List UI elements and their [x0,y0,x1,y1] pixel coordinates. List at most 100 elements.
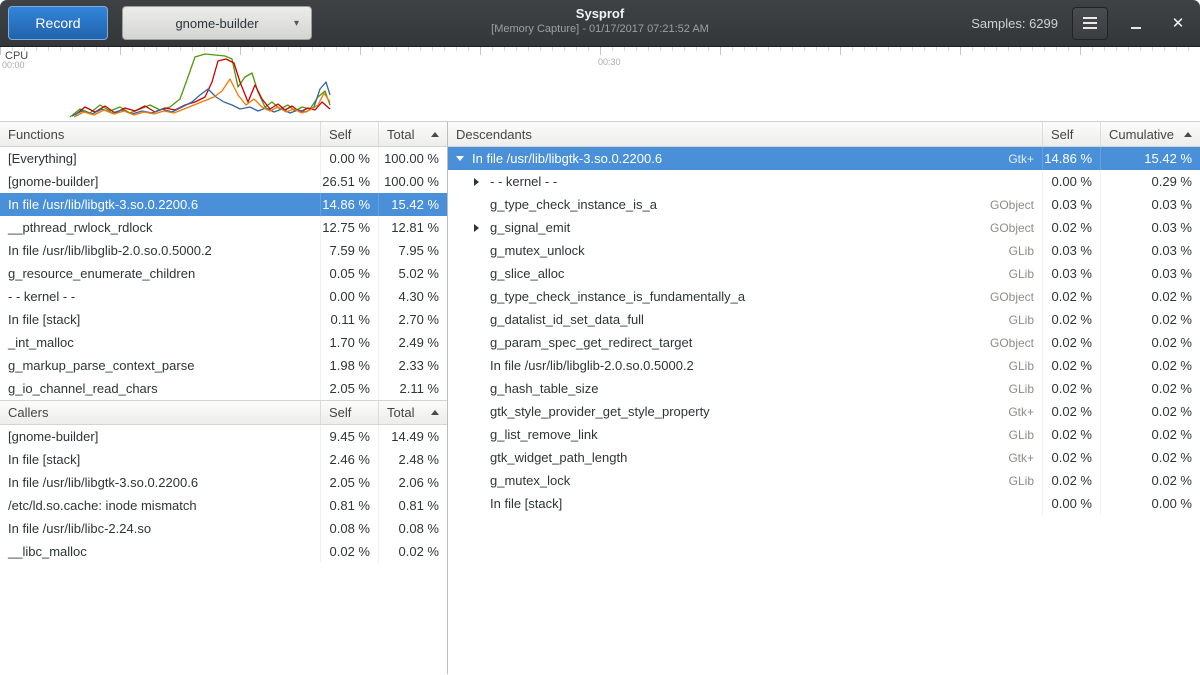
table-row[interactable]: g_io_channel_read_chars2.05 %2.11 % [0,377,447,400]
cumulative-percent: 0.02 % [1100,377,1200,400]
cumulative-percent: 0.02 % [1100,285,1200,308]
table-row[interactable]: g_list_remove_linkGLib0.02 %0.02 % [448,423,1200,446]
descendant-name: g_type_check_instance_is_a [490,197,657,212]
target-selector-dropdown[interactable]: gnome-builder ▾ [122,6,312,40]
self-percent: 1.70 % [320,331,378,354]
minimize-button[interactable] [1122,9,1150,37]
table-row[interactable]: In file /usr/lib/libgtk-3.so.0.2200.6Gtk… [448,147,1200,170]
table-row[interactable]: In file [stack]2.46 %2.48 % [0,448,447,471]
close-button[interactable]: ✕ [1164,9,1192,37]
expander-open-icon[interactable] [456,156,472,161]
callers-column-header[interactable]: Callers [0,401,320,424]
function-name: __libc_malloc [0,544,320,559]
self-column-header[interactable]: Self [320,401,378,424]
table-row[interactable]: In file [stack]0.11 %2.70 % [0,308,447,331]
descendant-name: In file [stack] [490,496,562,511]
table-row[interactable]: g_slice_allocGLib0.03 %0.03 % [448,262,1200,285]
table-row[interactable]: In file [stack]0.00 %0.00 % [448,492,1200,515]
cumulative-percent: 0.02 % [1100,446,1200,469]
descendant-name-cell: g_type_check_instance_is_fundamentally_a… [448,289,1042,304]
descendant-name-cell: g_mutex_unlockGLib [448,243,1042,258]
descendant-name: In file /usr/lib/libglib-2.0.so.0.5000.2 [490,358,694,373]
table-row[interactable]: g_mutex_lockGLib0.02 %0.02 % [448,469,1200,492]
table-row[interactable]: _int_malloc1.70 %2.49 % [0,331,447,354]
table-row[interactable]: In file /usr/lib/libglib-2.0.so.0.5000.2… [448,354,1200,377]
table-row[interactable]: In file /usr/lib/libgtk-3.so.0.2200.614.… [0,193,447,216]
table-row[interactable]: g_resource_enumerate_children0.05 %5.02 … [0,262,447,285]
table-row[interactable]: g_type_check_instance_is_fundamentally_a… [448,285,1200,308]
total-percent: 5.02 % [378,262,447,285]
callers-table-header: Callers Self Total [0,400,447,425]
total-column-header[interactable]: Total [378,401,447,424]
table-row[interactable]: /etc/ld.so.cache: inode mismatch0.81 %0.… [0,494,447,517]
descendant-name-cell: gtk_widget_path_lengthGtk+ [448,450,1042,465]
function-name: [gnome-builder] [0,174,320,189]
descendant-name: g_param_spec_get_redirect_target [490,335,692,350]
descendant-name-cell: g_list_remove_linkGLib [448,427,1042,442]
timeline-start-label: 00:00 [2,60,25,70]
callers-table: Callers Self Total [gnome-builder]9.45 %… [0,400,447,563]
cpu-timeline[interactable]: CPU 00:00 00:30 [0,47,1200,122]
minimize-icon [1131,27,1141,29]
target-selector-label: gnome-builder [175,16,258,31]
cumulative-percent: 0.29 % [1100,170,1200,193]
functions-table: Functions Self Total [Everything]0.00 %1… [0,122,447,400]
total-percent: 12.81 % [378,216,447,239]
table-row[interactable]: g_param_spec_get_redirect_targetGObject0… [448,331,1200,354]
total-percent: 2.48 % [378,448,447,471]
category-label: GLib [999,244,1034,258]
expander-closed-icon[interactable] [474,178,490,186]
function-name: In file /usr/lib/libgtk-3.so.0.2200.6 [0,475,320,490]
table-row[interactable]: gtk_widget_path_lengthGtk+0.02 %0.02 % [448,446,1200,469]
cumulative-column-header[interactable]: Cumulative [1100,122,1200,146]
descendant-name-cell: In file /usr/lib/libgtk-3.so.0.2200.6Gtk… [448,151,1042,166]
self-percent: 0.02 % [1042,400,1100,423]
self-percent: 14.86 % [1042,147,1100,170]
self-column-header[interactable]: Self [320,122,378,146]
table-row[interactable]: g_hash_table_sizeGLib0.02 %0.02 % [448,377,1200,400]
table-row[interactable]: g_datalist_id_set_data_fullGLib0.02 %0.0… [448,308,1200,331]
descendant-name-cell: g_hash_table_sizeGLib [448,381,1042,396]
self-percent: 0.03 % [1042,239,1100,262]
self-percent: 0.00 % [1042,492,1100,515]
self-percent: 7.59 % [320,239,378,262]
descendant-name: gtk_widget_path_length [490,450,627,465]
table-row[interactable]: - - kernel - -0.00 %4.30 % [0,285,447,308]
descendant-name-cell: g_type_check_instance_is_aGObject [448,197,1042,212]
table-row[interactable]: [gnome-builder]26.51 %100.00 % [0,170,447,193]
sort-indicator-icon [1184,132,1192,137]
table-row[interactable]: In file /usr/lib/libgtk-3.so.0.2200.62.0… [0,471,447,494]
hamburger-icon [1083,22,1097,24]
cpu-core-red-line [75,59,330,115]
chevron-down-icon: ▾ [294,18,299,29]
descendant-name: g_datalist_id_set_data_full [490,312,644,327]
table-row[interactable]: g_signal_emitGObject0.02 %0.03 % [448,216,1200,239]
table-row[interactable]: In file /usr/lib/libglib-2.0.so.0.5000.2… [0,239,447,262]
table-row[interactable]: - - kernel - -0.00 %0.29 % [448,170,1200,193]
table-row[interactable]: g_mutex_unlockGLib0.03 %0.03 % [448,239,1200,262]
descendants-column-header[interactable]: Descendants [448,122,1042,146]
table-row[interactable]: g_markup_parse_context_parse1.98 %2.33 % [0,354,447,377]
category-label: GObject [980,290,1034,304]
table-row[interactable]: [gnome-builder]9.45 %14.49 % [0,425,447,448]
category-label: GLib [999,359,1034,373]
total-percent: 0.02 % [378,540,447,563]
table-row[interactable]: __libc_malloc0.02 %0.02 % [0,540,447,563]
expander-closed-icon[interactable] [474,224,490,232]
table-row[interactable]: __pthread_rwlock_rdlock12.75 %12.81 % [0,216,447,239]
self-percent: 12.75 % [320,216,378,239]
table-row[interactable]: In file /usr/lib/libc-2.24.so0.08 %0.08 … [0,517,447,540]
left-pane: Functions Self Total [Everything]0.00 %1… [0,122,448,674]
total-percent: 15.42 % [378,193,447,216]
self-column-header[interactable]: Self [1042,122,1100,146]
cumulative-percent: 0.02 % [1100,400,1200,423]
menu-button[interactable] [1072,7,1108,40]
cumulative-percent: 0.03 % [1100,262,1200,285]
functions-column-header[interactable]: Functions [0,122,320,146]
total-column-header[interactable]: Total [378,122,447,146]
record-button[interactable]: Record [8,6,108,40]
table-row[interactable]: [Everything]0.00 %100.00 % [0,147,447,170]
self-percent: 0.02 % [1042,469,1100,492]
table-row[interactable]: g_type_check_instance_is_aGObject0.03 %0… [448,193,1200,216]
table-row[interactable]: gtk_style_provider_get_style_propertyGtk… [448,400,1200,423]
